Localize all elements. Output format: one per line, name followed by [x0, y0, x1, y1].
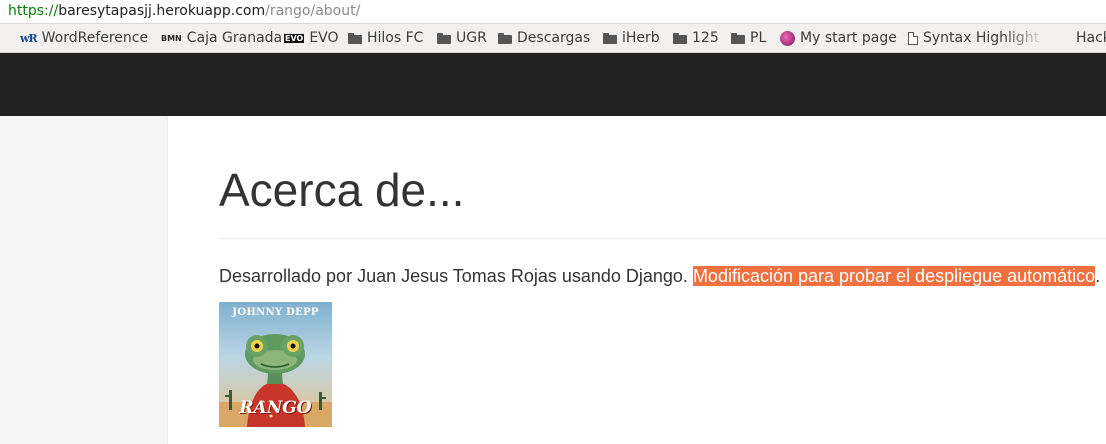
bookmark-wordreference[interactable]: wR WordReference — [20, 24, 148, 52]
bookmark-label: 125 — [692, 30, 719, 46]
bookmark-label: iHerb — [622, 30, 660, 46]
start-page-icon — [780, 30, 795, 46]
bookmark-label: EVO — [309, 30, 339, 46]
folder-icon — [603, 32, 617, 44]
trailing-punctuation: . — [1095, 266, 1101, 286]
bookmark-hack[interactable]: Hack — [1076, 24, 1106, 52]
bookmark-label: PL — [750, 30, 767, 46]
bookmark-evo[interactable]: EVO EVO — [284, 24, 339, 52]
rango-poster-image: JOHNNY DEPP RANGO — [219, 302, 332, 427]
bookmark-label: WordReference — [41, 30, 149, 46]
poster-title: RANGO — [239, 398, 312, 418]
site-navbar — [0, 53, 1106, 116]
description-text: Desarrollado por Juan Jesus Tomas Rojas … — [219, 266, 693, 286]
bookmark-iherb[interactable]: iHerb — [603, 24, 660, 52]
sidebar — [0, 116, 168, 444]
bookmark-descargas[interactable]: Descargas — [498, 24, 590, 52]
address-bar[interactable]: https://baresytapasjj.herokuapp.com/rang… — [0, 0, 1106, 24]
folder-icon — [498, 32, 512, 44]
wordreference-icon: wR — [20, 31, 38, 45]
url-host: baresytapasjj.herokuapp.com — [58, 3, 266, 19]
bookmark-label: Descargas — [517, 30, 591, 46]
bookmark-label: Hilos FC — [367, 30, 424, 46]
url-path: /rango/about/ — [265, 3, 361, 19]
folder-icon — [731, 32, 745, 44]
bookmark-my-start-page[interactable]: My start page — [780, 24, 897, 52]
bmn-icon: BMN — [161, 33, 182, 43]
bookmark-label: My start page — [800, 30, 897, 46]
url-separator: :// — [44, 3, 59, 19]
about-text: Desarrollado por Juan Jesus Tomas Rojas … — [219, 264, 1100, 288]
folder-icon — [437, 32, 451, 44]
bookmarks-bar: wR WordReference BMN Caja Granada EVO EV… — [0, 24, 1106, 53]
main-content: Acerca de... Desarrollado por Juan Jesus… — [169, 116, 1106, 444]
folder-icon — [348, 32, 362, 44]
bookmark-ugr[interactable]: UGR — [437, 24, 487, 52]
bookmark-pl[interactable]: PL — [731, 24, 766, 52]
bookmark-label: UGR — [456, 30, 487, 46]
document-icon — [908, 31, 918, 45]
url-scheme: https — [8, 3, 45, 19]
bookmark-caja-granada[interactable]: BMN Caja Granada — [161, 24, 282, 52]
folder-icon — [673, 32, 687, 44]
evo-icon: EVO — [284, 33, 305, 43]
bookmark-label: Hack — [1076, 30, 1106, 46]
bookmark-hilos-fc[interactable]: Hilos FC — [348, 24, 423, 52]
title-divider — [219, 238, 1106, 239]
overflow-fade — [1005, 24, 1045, 52]
bookmark-125[interactable]: 125 — [673, 24, 719, 52]
highlighted-text: Modificación para probar el despliegue a… — [692, 266, 1096, 286]
page-title: Acerca de... — [219, 164, 465, 216]
bookmark-label: Caja Granada — [186, 30, 283, 46]
